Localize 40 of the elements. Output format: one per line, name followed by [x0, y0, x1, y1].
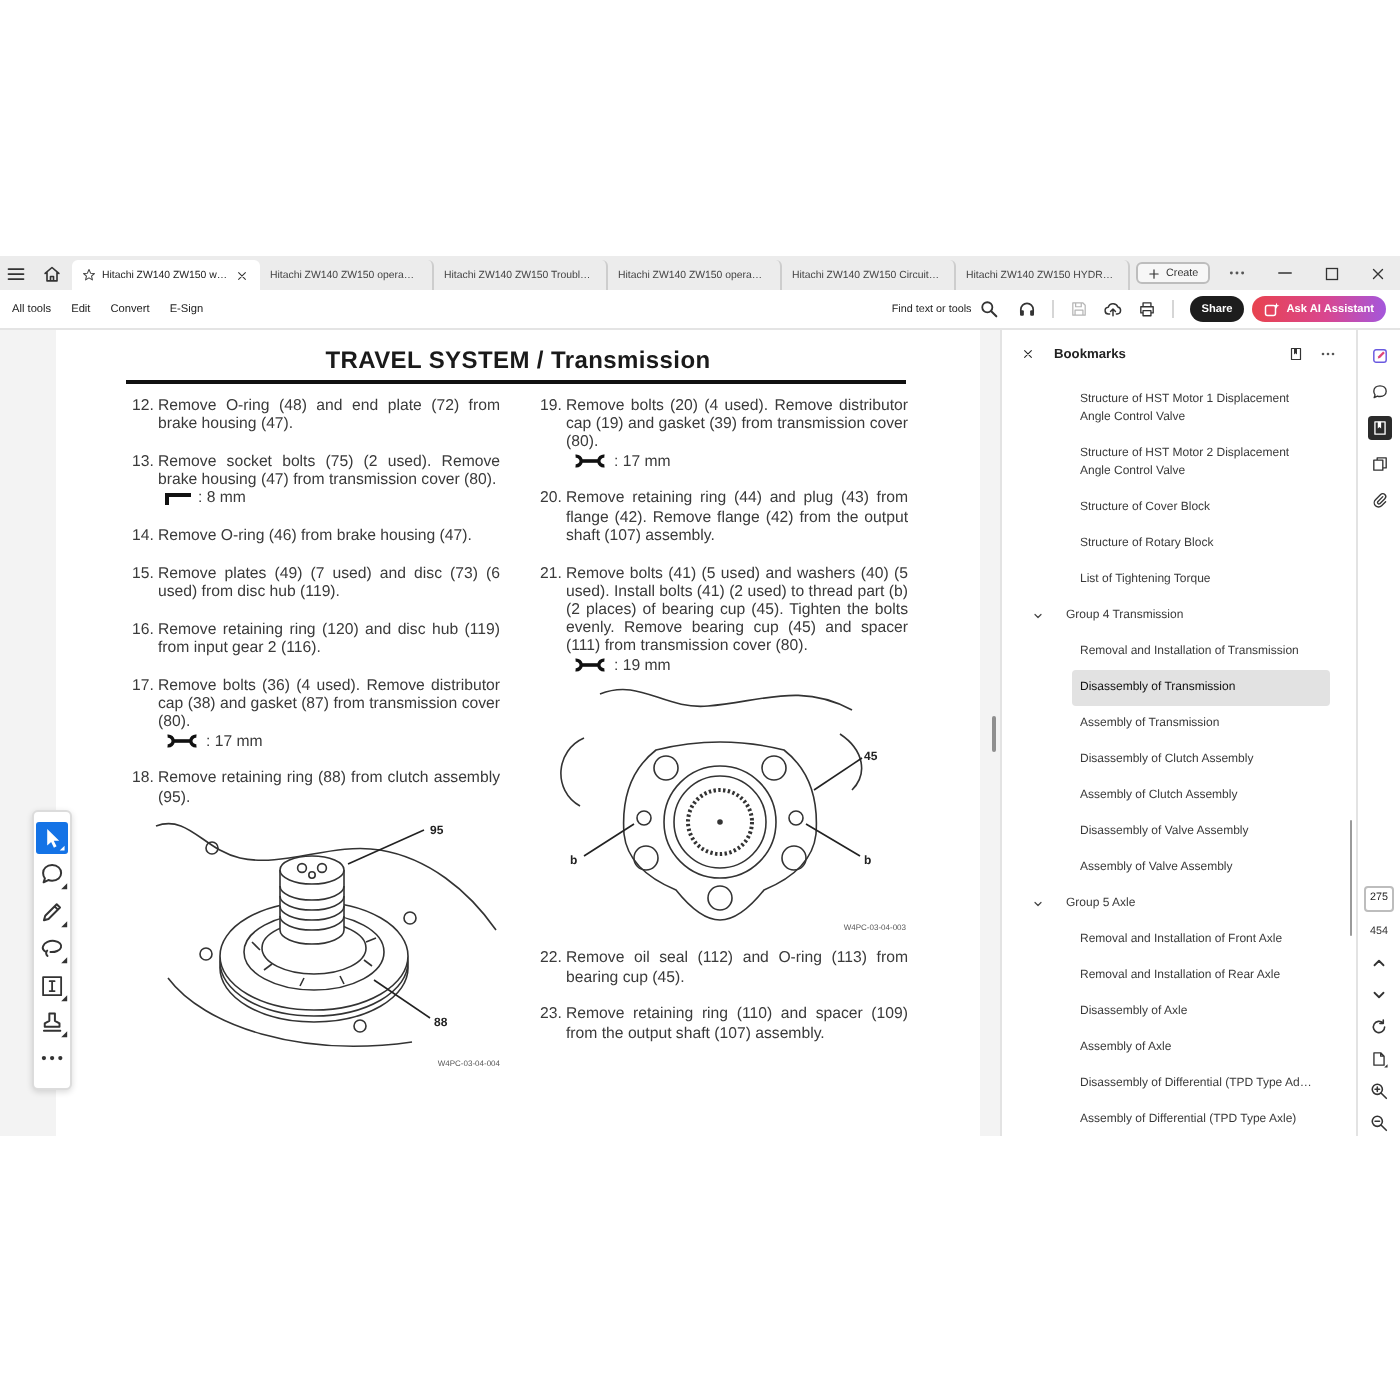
edit-icon[interactable]: [1367, 344, 1391, 368]
star-icon[interactable]: [82, 268, 96, 282]
scrollbar[interactable]: [992, 716, 996, 752]
chevron-down-icon[interactable]: [1032, 898, 1044, 910]
sparkle-chat-icon: [1264, 301, 1281, 317]
menu-icon[interactable]: [6, 263, 26, 283]
cloud-upload-icon[interactable]: [1103, 300, 1122, 318]
leader-line: [805, 824, 861, 858]
headphones-icon[interactable]: [1017, 300, 1036, 318]
home-icon[interactable]: [42, 263, 62, 283]
maximize-icon[interactable]: [1324, 265, 1340, 281]
leader-line: [583, 824, 635, 858]
printer-icon[interactable]: [1137, 300, 1156, 318]
wrench-icon: [572, 453, 608, 468]
bookmark-icon[interactable]: [1367, 416, 1391, 440]
search-icon: [979, 300, 998, 318]
chevron-up-icon[interactable]: [1370, 954, 1388, 972]
pages-icon[interactable]: [1367, 452, 1391, 476]
chevron-down-icon[interactable]: [1032, 610, 1044, 622]
speech-bubble-icon[interactable]: [36, 858, 68, 891]
leader-line: [347, 829, 425, 866]
wrench-icon: [164, 733, 200, 748]
speech-bubble-icon[interactable]: [1367, 380, 1391, 404]
hex-key-icon: [164, 491, 192, 505]
plus-icon: [1148, 267, 1160, 279]
document-title: TRAVEL SYSTEM / Transmission: [323, 346, 713, 376]
leader-line: [373, 979, 431, 1020]
leader-line: [813, 758, 863, 792]
scrollbar[interactable]: [1349, 820, 1352, 936]
cursor-icon[interactable]: [36, 822, 68, 854]
page-icon[interactable]: [1370, 1050, 1388, 1068]
zoom-out-icon[interactable]: [1370, 1114, 1388, 1132]
bookmark-icon[interactable]: [1288, 346, 1304, 362]
close-icon[interactable]: [236, 269, 248, 281]
refresh-icon[interactable]: [1370, 1018, 1388, 1036]
chevron-down-icon[interactable]: [1370, 986, 1388, 1004]
close-icon[interactable]: [1370, 265, 1386, 281]
close-icon[interactable]: [1022, 348, 1034, 360]
zoom-in-icon[interactable]: [1370, 1082, 1388, 1100]
wrench-icon: [572, 657, 608, 672]
